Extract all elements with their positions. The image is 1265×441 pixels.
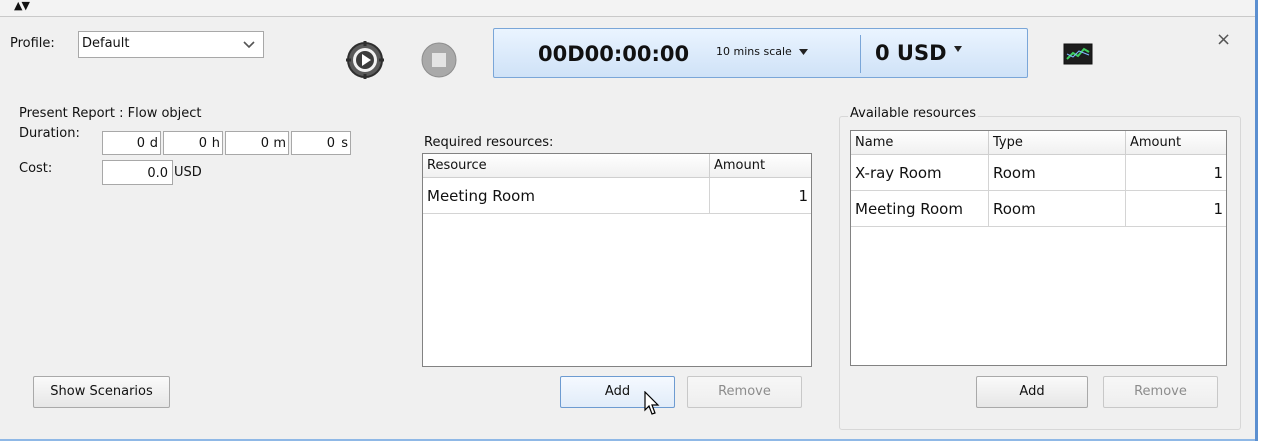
profile-value: Default bbox=[82, 36, 130, 51]
duration-days-unit: d bbox=[149, 136, 158, 151]
cost-unit: USD bbox=[174, 165, 202, 180]
stop-icon[interactable] bbox=[420, 41, 458, 79]
duration-minutes-value: 0 bbox=[260, 136, 269, 151]
duration-seconds-value: 0 bbox=[326, 136, 335, 151]
column-header-type[interactable]: Type bbox=[989, 131, 1126, 155]
show-scenarios-button[interactable]: Show Scenarios bbox=[33, 376, 170, 408]
column-header-amount[interactable]: Amount bbox=[710, 154, 811, 178]
cost-label: Cost: bbox=[19, 161, 53, 176]
table-row-type[interactable]: Room bbox=[989, 191, 1126, 227]
run-simulation-icon[interactable] bbox=[346, 41, 384, 79]
duration-days-value: 0 bbox=[136, 136, 145, 151]
table-row-name[interactable]: Meeting Room bbox=[851, 191, 989, 227]
column-header-name[interactable]: Name bbox=[851, 131, 989, 155]
required-remove-button[interactable]: Remove bbox=[687, 376, 802, 408]
duration-minutes-unit: m bbox=[273, 136, 286, 151]
duration-hours-value: 0 bbox=[198, 136, 207, 151]
table-row-type[interactable]: Room bbox=[989, 155, 1126, 191]
scale-dropdown[interactable]: 10 mins scale bbox=[716, 44, 808, 64]
column-header-amount[interactable]: Amount bbox=[1126, 131, 1226, 155]
required-resources-table[interactable]: Resource Amount Meeting Room 1 bbox=[422, 153, 812, 367]
table-row-name[interactable]: X-ray Room bbox=[851, 155, 989, 191]
collapse-arrows-icon[interactable]: ▲▼ bbox=[14, 0, 30, 12]
available-resources-table[interactable]: Name Type Amount X-ray Room Room 1 Meeti… bbox=[850, 130, 1227, 366]
table-row-resource[interactable]: Meeting Room bbox=[423, 178, 710, 214]
scale-label: 10 mins scale bbox=[716, 45, 792, 58]
available-add-button[interactable]: Add bbox=[976, 376, 1088, 408]
window-edge bbox=[1255, 0, 1265, 441]
caret-down-icon bbox=[798, 49, 808, 55]
required-resources-title: Required resources: bbox=[424, 135, 554, 150]
available-remove-button[interactable]: Remove bbox=[1103, 376, 1218, 408]
table-row-amount[interactable]: 1 bbox=[1126, 191, 1226, 227]
present-report-title: Present Report : Flow object bbox=[19, 106, 202, 121]
duration-seconds-field[interactable]: 0 s bbox=[291, 131, 351, 155]
available-resources-title: Available resources bbox=[848, 106, 978, 122]
caret-down-icon bbox=[953, 46, 962, 52]
chevron-down-icon bbox=[243, 41, 255, 49]
duration-days-field[interactable]: 0 d bbox=[102, 131, 161, 155]
cost-display: 0 USD bbox=[875, 41, 947, 65]
chart-icon[interactable] bbox=[1063, 43, 1093, 65]
top-strip: ▲▼ bbox=[0, 0, 1255, 17]
table-row-amount[interactable]: 1 bbox=[1126, 155, 1226, 191]
cost-value: 0.0 bbox=[147, 166, 168, 181]
table-row-amount[interactable]: 1 bbox=[710, 178, 811, 214]
profile-select[interactable]: Default bbox=[78, 31, 264, 58]
profile-label: Profile: bbox=[10, 36, 55, 51]
close-icon[interactable]: × bbox=[1216, 31, 1231, 49]
duration-hours-unit: h bbox=[211, 136, 220, 151]
duration-hours-field[interactable]: 0 h bbox=[163, 131, 223, 155]
mouse-pointer-icon bbox=[644, 391, 660, 415]
cost-field[interactable]: 0.0 bbox=[102, 160, 173, 185]
simulation-status-panel: 00D00:00:00 10 mins scale 0 USD bbox=[493, 28, 1028, 78]
duration-label: Duration: bbox=[19, 126, 80, 141]
column-header-resource[interactable]: Resource bbox=[423, 154, 710, 178]
timer-display: 00D00:00:00 bbox=[538, 42, 690, 66]
duration-minutes-field[interactable]: 0 m bbox=[225, 131, 289, 155]
duration-seconds-unit: s bbox=[341, 136, 348, 151]
divider bbox=[860, 35, 861, 73]
cost-dropdown[interactable]: 0 USD bbox=[875, 42, 962, 66]
